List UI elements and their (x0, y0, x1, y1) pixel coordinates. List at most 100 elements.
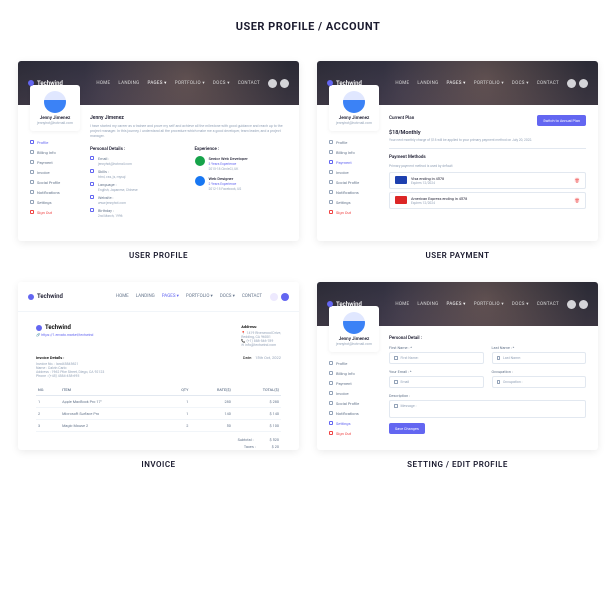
sidebar-item-billing[interactable]: Billing Info (30, 147, 80, 157)
nav-home[interactable]: HOME (116, 294, 129, 299)
delete-card-button[interactable]: 🗑 (574, 197, 580, 203)
last-name-input[interactable]: Last Name: (492, 352, 587, 364)
payment-card-row: American Express ending in 4578Expires 1… (389, 192, 586, 209)
address-head: Address: (241, 324, 281, 329)
email-input[interactable]: Email (389, 376, 484, 388)
sidebar-item-billing[interactable]: Billing Info (329, 368, 379, 378)
occupation-input[interactable]: Occupation : (492, 376, 587, 388)
sidebar-item-profile[interactable]: Profile (329, 358, 379, 368)
sidebar-item-profile[interactable]: Profile (30, 137, 80, 147)
personal-detail-head: Personal Detail : (389, 336, 586, 341)
sidebar-item-billing[interactable]: Billing Info (329, 147, 379, 157)
caption: USER PROFILE (18, 251, 299, 260)
sidebar-item-payment[interactable]: Payment (329, 378, 379, 388)
sidebar-item-settings[interactable]: Settings (30, 197, 80, 207)
brand-logo[interactable]: Techwind (327, 301, 362, 308)
nav-pages[interactable]: PAGES ▾ (162, 294, 179, 299)
sidebar-item-notifications[interactable]: Notifications (30, 187, 80, 197)
sidebar-item-notifications[interactable]: Notifications (329, 187, 379, 197)
sidebar-item-notifications[interactable]: Notifications (329, 408, 379, 418)
nav-landing[interactable]: LANDING (136, 294, 155, 299)
sidebar-item-social[interactable]: Social Profile (329, 177, 379, 187)
plan-description: Your next monthly charge of $18 will be … (389, 138, 586, 142)
delete-card-button[interactable]: 🗑 (574, 177, 580, 183)
page-title: USER PROFILE / ACCOUNT (18, 20, 598, 33)
nav-contact[interactable]: CONTACT (242, 294, 262, 299)
sidebar-item-invoice[interactable]: Invoice (329, 167, 379, 177)
link-icon (90, 195, 94, 199)
plan-price: $18/Monthly (389, 130, 586, 136)
invoice-totals: Subtotal :$ 520 Taxes :$ 20 Total :$ 540 (36, 436, 281, 450)
gift-icon (90, 208, 94, 212)
invoice-link[interactable]: 🔗 https://1.envato.market/techwind (36, 333, 93, 337)
bio-text: I have started my career as a trainee an… (90, 124, 287, 139)
table-row: 2Microsoft Surface Pro1140$ 140 (36, 408, 281, 420)
nav-contact[interactable]: CONTACT (238, 81, 260, 86)
skills-icon (90, 169, 94, 173)
caption: USER PAYMENT (317, 251, 598, 260)
top-header-light: Techwind HOME LANDING PAGES ▾ PORTFOLIO … (18, 282, 299, 312)
save-changes-button[interactable]: Save Changes (389, 423, 425, 434)
user-payment-card: Techwind HOMELANDINGPAGES ▾PORTFOLIO ▾DO… (317, 61, 598, 241)
sidebar-item-signout[interactable]: Sign Out (329, 428, 379, 438)
sidebar-item-payment[interactable]: Payment (30, 157, 80, 167)
switch-plan-button[interactable]: Switch to Annual Plan (537, 115, 586, 126)
sidebar-item-signout[interactable]: Sign Out (30, 207, 80, 217)
amex-icon (395, 196, 407, 204)
invoice-details-head: Invoice Details : (36, 355, 104, 360)
user-icon (394, 356, 398, 360)
nav-portfolio[interactable]: PORTFOLIO ▾ (175, 81, 205, 86)
nav-docs[interactable]: DOCS ▾ (213, 81, 230, 86)
company-icon (195, 176, 205, 186)
sidebar-item-invoice[interactable]: Invoice (30, 167, 80, 177)
payment-card-row: Visa ending in 4578Expires 12/2024 🗑 (389, 172, 586, 189)
detail-email: Email :jennyhot@hotmail.com (90, 156, 183, 166)
first-name-label: First Name : * (389, 345, 484, 350)
header-action[interactable] (270, 293, 278, 301)
profile-email: jennyhot@hotmail.com (34, 121, 76, 125)
caption: INVOICE (18, 460, 299, 469)
top-nav: HOME LANDING PAGES ▾ PORTFOLIO ▾ DOCS ▾ … (96, 81, 260, 86)
description-input[interactable]: Message : (389, 400, 586, 418)
current-plan-label: Current Plan (389, 116, 414, 121)
sidebar-item-settings[interactable]: Settings (329, 418, 379, 428)
first-name-input[interactable]: First Name: (389, 352, 484, 364)
caption: SETTING / EDIT PROFILE (317, 460, 598, 469)
nav-portfolio[interactable]: PORTFOLIO ▾ (186, 294, 213, 299)
invoice-brand: Techwind (36, 324, 93, 331)
user-profile-card: Techwind HOME LANDING PAGES ▾ PORTFOLIO … (18, 61, 299, 241)
profile-summary: Jenny Jimenez jennyhot@hotmail.com (329, 85, 379, 131)
sidebar-item-settings[interactable]: Settings (329, 197, 379, 207)
brand-logo[interactable]: Techwind (28, 80, 63, 87)
invoice-table: NO.ITEMQTYRATE($)TOTAL($) 1Apple MacBook… (36, 384, 281, 432)
brand-logo[interactable]: Techwind (327, 80, 362, 87)
detail-language: Language :English, Japanese, Chinese (90, 182, 183, 192)
nav-pages[interactable]: PAGES ▾ (147, 81, 166, 86)
globe-icon (90, 182, 94, 186)
header-action[interactable] (281, 293, 289, 301)
sidebar-item-signout[interactable]: Sign Out (329, 207, 379, 217)
profile-photo (343, 91, 365, 113)
settings-card: Techwind HOMELANDINGPAGES ▾PORTFOLIO ▾DO… (317, 282, 598, 450)
invoice-card: Techwind HOME LANDING PAGES ▾ PORTFOLIO … (18, 282, 299, 450)
sidebar-item-social[interactable]: Social Profile (30, 177, 80, 187)
experience-head: Experience : (195, 147, 288, 152)
last-name-label: Last Name : * (492, 345, 587, 350)
bookmark-icon (497, 380, 501, 384)
detail-birthday: Birthday :2nd March, 1996 (90, 208, 183, 218)
nav-docs[interactable]: DOCS ▾ (220, 294, 235, 299)
visa-icon (395, 176, 407, 184)
sidebar-item-invoice[interactable]: Invoice (329, 388, 379, 398)
experience-item: Senior Web Developer3 Years Experience20… (195, 156, 288, 171)
avatar[interactable] (268, 79, 277, 88)
occupation-label: Occupation : (492, 369, 587, 374)
sidebar-item-social[interactable]: Social Profile (329, 398, 379, 408)
sidebar-item-profile[interactable]: Profile (329, 137, 379, 147)
brand-logo[interactable]: Techwind (28, 293, 63, 300)
avatar[interactable] (280, 79, 289, 88)
nav-landing[interactable]: LANDING (118, 81, 139, 86)
profile-photo (44, 91, 66, 113)
sidebar-item-payment[interactable]: Payment (329, 157, 379, 167)
nav-home[interactable]: HOME (96, 81, 110, 86)
table-row: 3Magic Mouse 2250$ 100 (36, 420, 281, 432)
